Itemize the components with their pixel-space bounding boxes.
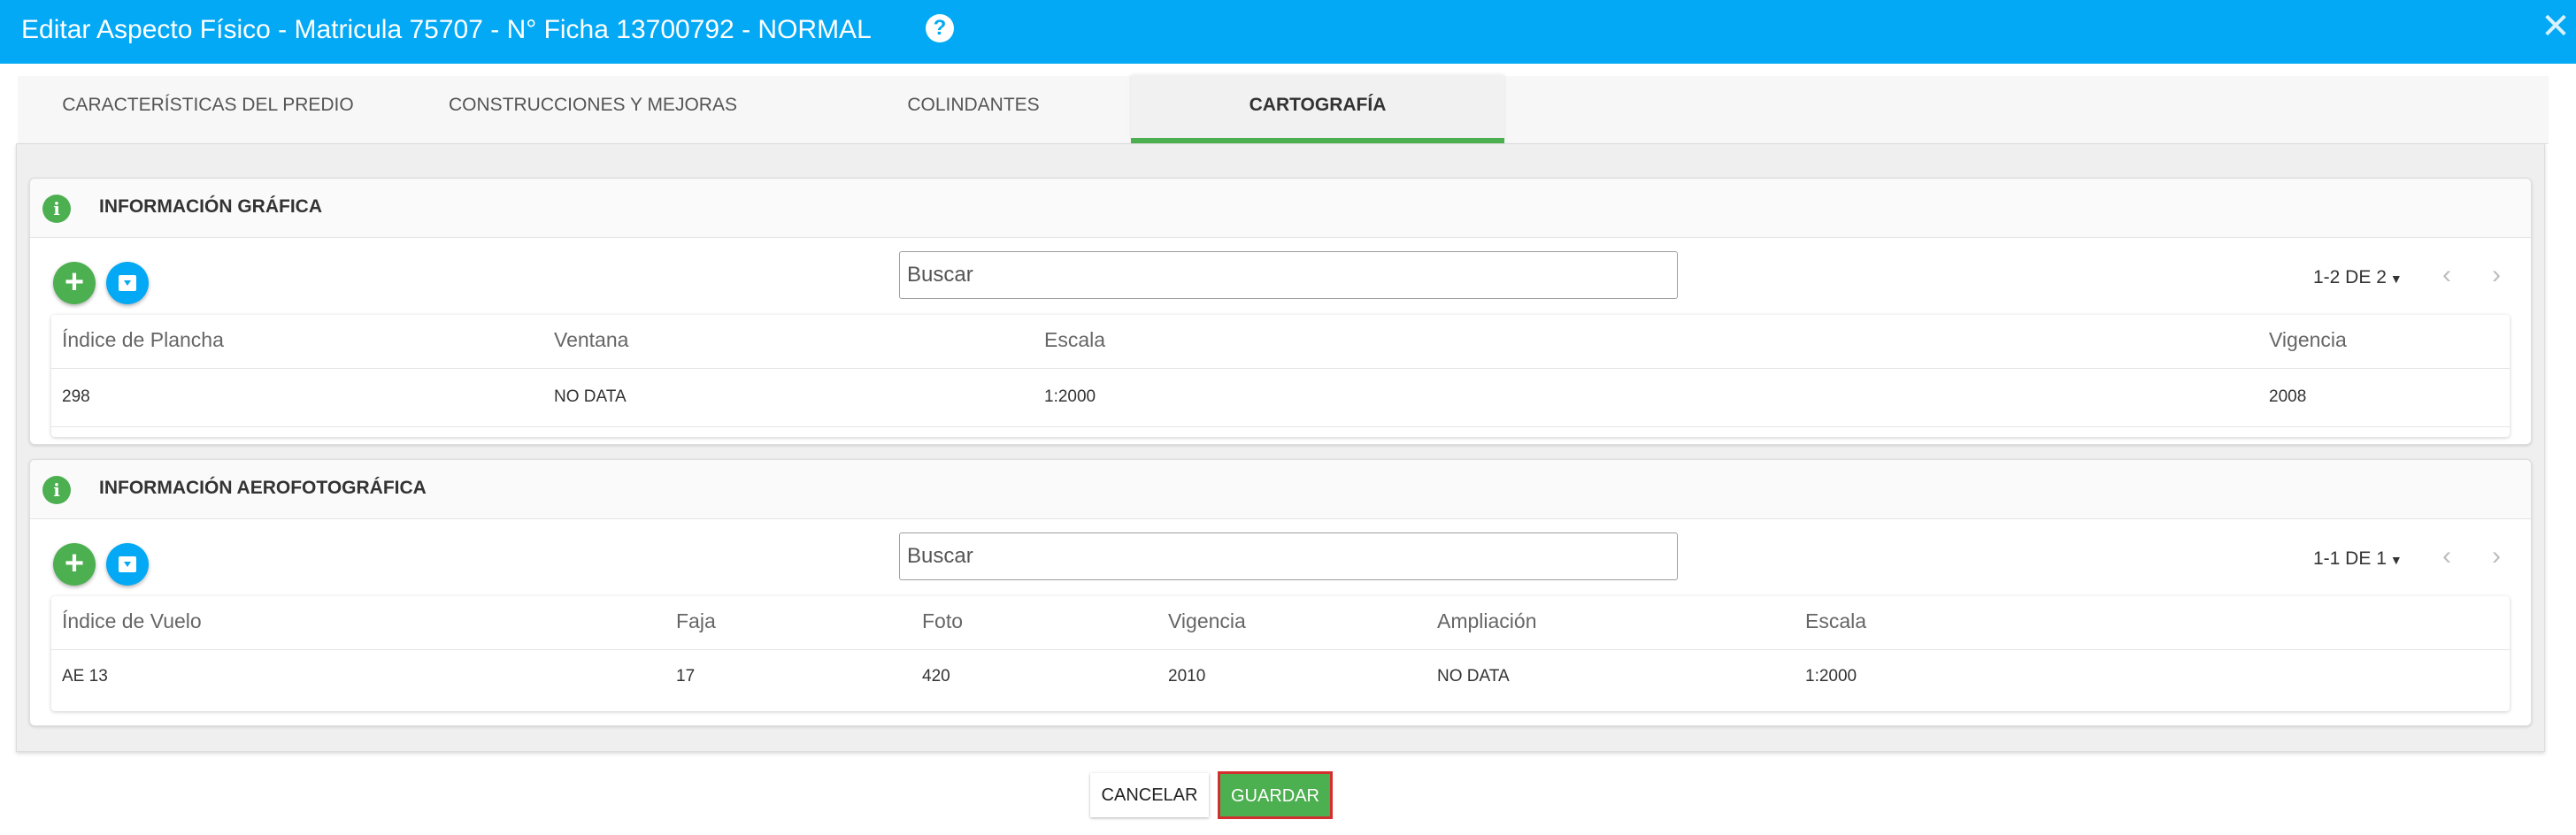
chevron-right-icon[interactable]: ›: [2492, 262, 2501, 288]
help-icon[interactable]: ?: [926, 14, 954, 42]
table-cell: 2008: [2269, 387, 2307, 406]
pagination-label: 1-1 DE 1: [2313, 548, 2387, 569]
grafica-section: i INFORMACIÓN GRÁFICA + Buscar 1-2 DE 2 ▼…: [29, 178, 2532, 445]
grafica-table: Índice de Plancha Ventana Escala Vigenci…: [51, 315, 2510, 437]
table-cell: 1:2000: [1044, 387, 1096, 406]
aerofoto-section-title: INFORMACIÓN AEROFOTOGRÁFICA: [99, 478, 427, 498]
column-header[interactable]: Ventana: [554, 315, 628, 368]
column-header[interactable]: Índice de Vuelo: [62, 596, 202, 649]
archive-icon[interactable]: [106, 262, 149, 304]
table-cell: NO DATA: [554, 387, 627, 406]
table-cell: NO DATA: [1437, 667, 1510, 686]
pagination-range[interactable]: 1-2 DE 2 ▼: [2313, 267, 2403, 288]
column-header[interactable]: Vigencia: [1168, 596, 1246, 649]
table-cell: AE 13: [62, 667, 108, 686]
chevron-left-icon[interactable]: ‹: [2442, 262, 2451, 288]
tab-colindantes[interactable]: COLINDANTES: [788, 76, 1159, 143]
table-cell: 298: [62, 387, 90, 406]
pagination-label: 1-2 DE 2: [2313, 267, 2387, 287]
header-divider: [51, 368, 2510, 369]
search-input[interactable]: Buscar: [899, 251, 1678, 299]
header-divider: [51, 649, 2510, 650]
search-input[interactable]: Buscar: [899, 532, 1678, 580]
aerofoto-section-header: i INFORMACIÓN AEROFOTOGRÁFICA: [30, 460, 2531, 519]
dialog-header: Editar Aspecto Físico - Matricula 75707 …: [0, 0, 2576, 64]
column-header[interactable]: Foto: [922, 596, 963, 649]
chevron-left-icon[interactable]: ‹: [2442, 543, 2451, 570]
dialog-title: Editar Aspecto Físico - Matricula 75707 …: [21, 15, 872, 44]
aerofoto-table: Índice de Vuelo Faja Foto Vigencia Ampli…: [51, 596, 2510, 711]
column-header[interactable]: Escala: [1805, 596, 1866, 649]
column-header[interactable]: Faja: [676, 596, 716, 649]
aerofoto-section: i INFORMACIÓN AEROFOTOGRÁFICA + Buscar 1…: [29, 459, 2532, 726]
cartografia-panel: i INFORMACIÓN GRÁFICA + Buscar 1-2 DE 2 ▼…: [16, 143, 2545, 752]
column-header[interactable]: Escala: [1044, 315, 1105, 368]
add-button[interactable]: +: [53, 262, 96, 304]
grafica-section-header: i INFORMACIÓN GRÁFICA: [30, 179, 2531, 238]
grafica-section-title: INFORMACIÓN GRÁFICA: [99, 196, 322, 217]
tab-construcciones[interactable]: CONSTRUCCIONES Y MEJORAS: [398, 76, 788, 143]
table-cell: 420: [922, 667, 950, 686]
table-cell: 2010: [1168, 667, 1206, 686]
caret-down-icon: ▼: [2389, 553, 2403, 567]
tab-caracteristicas[interactable]: CARACTERÍSTICAS DEL PREDIO: [18, 76, 398, 143]
table-cell: 1:2000: [1805, 667, 1857, 686]
column-header[interactable]: Ampliación: [1437, 596, 1537, 649]
close-icon[interactable]: ✕: [2540, 7, 2572, 46]
info-icon: i: [42, 195, 71, 223]
tab-cartografia[interactable]: CARTOGRAFÍA: [1131, 76, 1504, 143]
info-icon: i: [42, 476, 71, 504]
add-button[interactable]: +: [53, 543, 96, 586]
chevron-right-icon[interactable]: ›: [2492, 543, 2501, 570]
column-header[interactable]: Vigencia: [2269, 315, 2347, 368]
caret-down-icon: ▼: [2389, 272, 2403, 286]
tab-bar: CARACTERÍSTICAS DEL PREDIO CONSTRUCCIONE…: [18, 76, 2549, 144]
pagination-range[interactable]: 1-1 DE 1 ▼: [2313, 548, 2403, 570]
table-cell: 17: [676, 667, 696, 686]
row-divider: [51, 426, 2510, 427]
cancel-button[interactable]: CANCELAR: [1090, 773, 1209, 817]
save-button[interactable]: GUARDAR: [1218, 771, 1333, 819]
column-header[interactable]: Índice de Plancha: [62, 315, 224, 368]
archive-icon[interactable]: [106, 543, 149, 586]
